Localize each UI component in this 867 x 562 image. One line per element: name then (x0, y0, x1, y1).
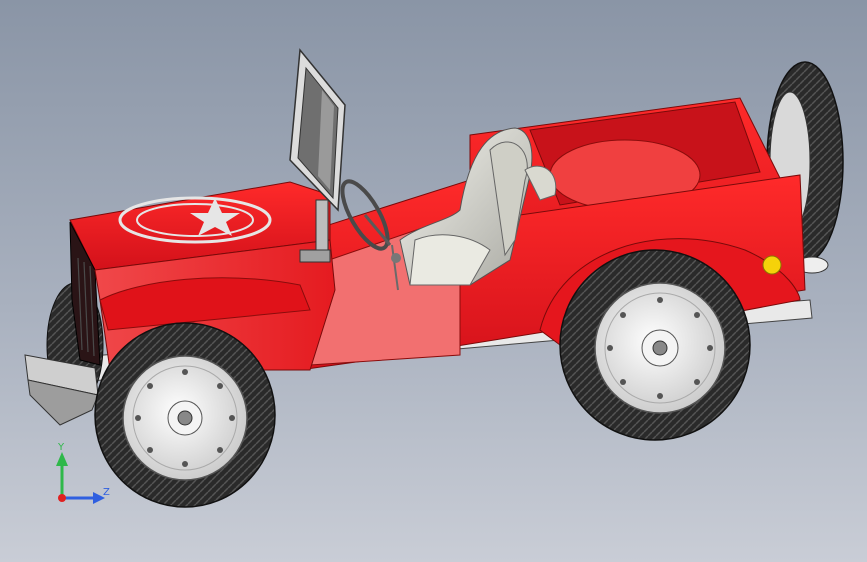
front-right-wheel (94, 322, 276, 508)
model-viewport[interactable]: Y Z (0, 0, 867, 562)
tail-light (762, 255, 782, 275)
y-axis-arrow-icon (56, 452, 68, 466)
jeep-3d-model[interactable]: Y Z (0, 0, 867, 562)
z-axis-label: Z (103, 487, 110, 498)
rear-right-wheel (559, 249, 751, 441)
x-axis-dot-icon (58, 494, 66, 502)
y-axis-label: Y (57, 442, 65, 453)
